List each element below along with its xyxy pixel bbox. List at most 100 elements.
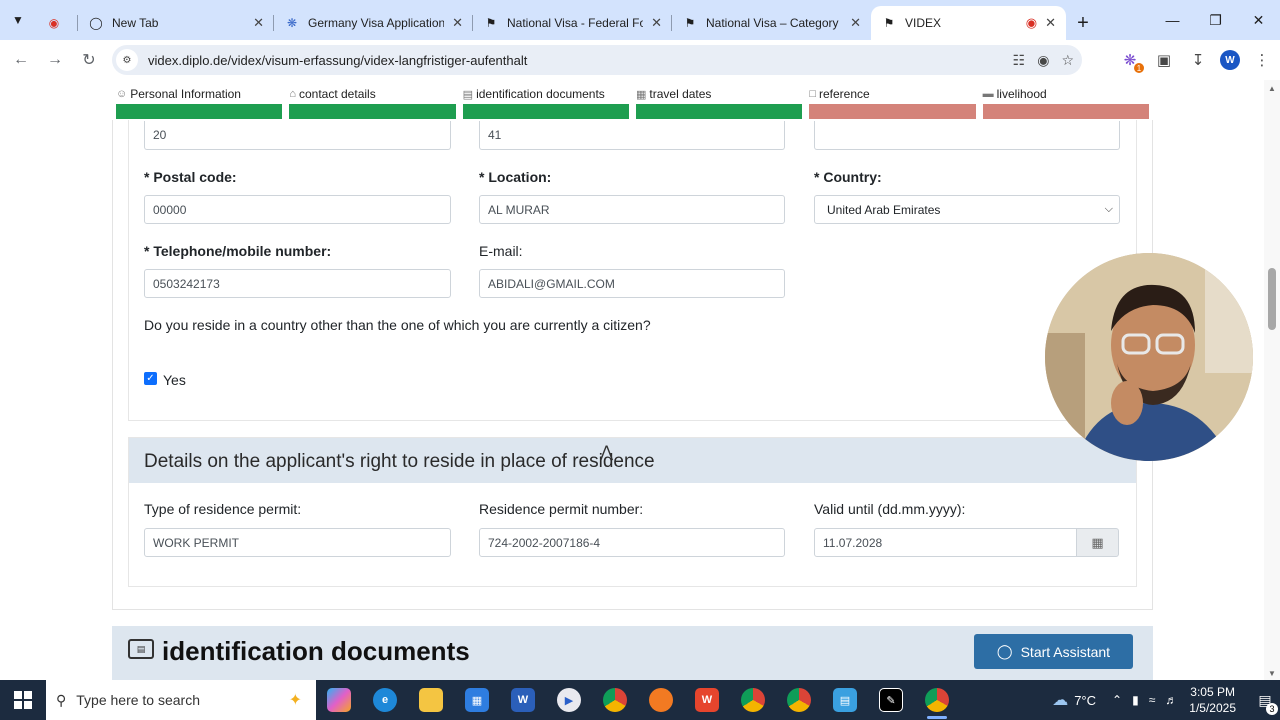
wifi-icon[interactable]: ≈ (1149, 693, 1156, 707)
scroll-down-icon[interactable]: ▼ (1268, 669, 1276, 678)
house-number-input[interactable]: 20 (144, 121, 451, 150)
tab-national-visa-federal[interactable]: ⚑ National Visa - Federal For ✕ (473, 6, 672, 40)
step-travel-dates[interactable]: ▦ travel dates (635, 86, 803, 120)
phone-label: * Telephone/mobile number: (144, 243, 332, 259)
notepad-icon[interactable]: ▤ (822, 680, 868, 720)
tab-new-tab[interactable]: ◯ New Tab ✕ (78, 6, 274, 40)
permit-type-label: Type of residence permit: (144, 501, 302, 517)
windows-start-icon[interactable] (0, 680, 46, 720)
calendar-icon[interactable]: ▦ (1076, 528, 1119, 557)
text-cursor-icon: ⋀ (600, 444, 614, 461)
email-input[interactable]: ABIDALI@GMAIL.COM (479, 269, 785, 298)
step-identification-documents[interactable]: ▤ identification documents (462, 86, 629, 120)
notification-icon[interactable]: ▤ 3 (1250, 692, 1280, 715)
location-input[interactable]: AL MURAR (479, 195, 785, 224)
wps-icon[interactable]: W (684, 680, 730, 720)
tab-recording[interactable]: ◉ (36, 6, 78, 40)
phone-input[interactable]: 0503242173 (144, 269, 451, 298)
extension-badge-icon[interactable]: ❋ 1 (1118, 51, 1144, 73)
eye-off-icon[interactable]: ◉ (1037, 52, 1049, 69)
clock-date: 1/5/2025 (1189, 701, 1236, 715)
reload-icon[interactable]: ↻ (72, 43, 106, 77)
step-personal-information[interactable]: ☺ Personal Information (116, 86, 283, 120)
address-extra-input[interactable]: 41 (479, 121, 785, 150)
address-line-input[interactable] (814, 121, 1120, 150)
media-player-icon[interactable]: ▶ (546, 680, 592, 720)
tab-national-visa-category[interactable]: ⚑ National Visa – Category D ✕ (672, 6, 871, 40)
step-livelihood[interactable]: ▬ livelihood (982, 86, 1149, 120)
volume-icon[interactable]: ♬ (1165, 693, 1177, 707)
close-icon[interactable]: ✕ (651, 15, 662, 31)
scroll-up-icon[interactable]: ▲ (1268, 84, 1276, 93)
german-flag-icon: ⚑ (684, 16, 696, 30)
postal-code-input[interactable]: 00000 (144, 195, 451, 224)
store-icon[interactable]: ▦ (454, 680, 500, 720)
scrollbar-thumb[interactable] (1268, 268, 1276, 330)
capcut-icon[interactable]: ✎ (868, 680, 914, 720)
country-select[interactable]: United Arab Emirates ⌵ (814, 195, 1120, 224)
word-icon[interactable]: W (500, 680, 546, 720)
postal-code-label: * Postal code: (144, 169, 237, 185)
close-icon[interactable]: ✕ (850, 15, 861, 31)
more-menu-icon[interactable]: ⋮ (1250, 51, 1274, 69)
valid-until-input[interactable]: 11.07.2028 (814, 528, 1077, 557)
url-text[interactable]: videx.diplo.de/videx/visum-erfassung/vid… (148, 53, 527, 68)
reside-question: Do you reside in a country other than th… (144, 317, 651, 333)
file-explorer-icon[interactable] (408, 680, 454, 720)
tab-title: National Visa – Category D (706, 16, 843, 30)
email-label: E-mail: (479, 243, 523, 259)
close-icon[interactable]: ✕ (452, 15, 463, 31)
download-icon[interactable]: ↧ (1186, 51, 1210, 69)
taskbar-apps: e ▦ W ▶ W ▤ ✎ (316, 680, 960, 720)
tab-germany-visa[interactable]: ❋ Germany Visa Application ✕ (274, 6, 473, 40)
chrome-profile-2-icon[interactable] (776, 680, 822, 720)
translate-icon[interactable]: ☷ (1013, 52, 1026, 69)
minimize-icon[interactable]: — (1151, 0, 1194, 40)
search-placeholder: Type here to search (76, 692, 201, 708)
back-icon[interactable]: ← (4, 43, 38, 77)
gear-flower-icon: ❋ (286, 16, 298, 30)
start-assistant-button[interactable]: ◯ Start Assistant (974, 634, 1133, 669)
site-info-icon[interactable]: ⚙ (116, 49, 138, 71)
bookmark-star-icon[interactable]: ☆ (1061, 52, 1074, 69)
tab-videx[interactable]: ⚑ VIDEX ◉ ✕ (871, 6, 1066, 40)
address-bar[interactable]: ⚙ videx.diplo.de/videx/visum-erfassung/v… (112, 45, 1082, 75)
step-reference[interactable]: □ reference (809, 86, 976, 120)
permit-type-input[interactable]: WORK PERMIT (144, 528, 451, 557)
firefox-icon[interactable] (638, 680, 684, 720)
close-icon[interactable]: ✕ (253, 15, 264, 31)
permit-number-input[interactable]: 724-2002-2007186-4 (479, 528, 785, 557)
chrome-icon[interactable] (592, 680, 638, 720)
edge-icon[interactable]: e (362, 680, 408, 720)
webcam-person-illustration (1045, 253, 1253, 461)
reside-yes-checkbox[interactable]: ✓ (144, 372, 157, 385)
tab-search-icon[interactable]: ▼ (0, 0, 36, 40)
chrome-icon: ◯ (89, 16, 103, 30)
chevron-up-icon[interactable]: ⌃ (1112, 693, 1122, 707)
start-assistant-label: Start Assistant (1020, 643, 1111, 660)
step-contact-details[interactable]: ⌂ contact details (289, 86, 456, 120)
new-tab-button[interactable]: + (1066, 6, 1100, 40)
copilot-icon[interactable] (316, 680, 362, 720)
badge-count: 1 (1134, 63, 1144, 73)
weather-widget[interactable]: ☁ 7°C (1052, 690, 1096, 710)
page-scrollbar[interactable]: ▲ ▼ (1264, 80, 1280, 680)
reside-yes-label[interactable]: Yes (163, 372, 186, 388)
taskbar-search-box[interactable]: ⚲ Type here to search ✦ (46, 680, 316, 720)
extensions-puzzle-icon[interactable]: ▣ (1152, 51, 1176, 69)
country-label: * Country: (814, 169, 882, 185)
clock[interactable]: 3:05 PM 1/5/2025 (1189, 684, 1236, 716)
forward-icon[interactable]: → (38, 43, 72, 77)
close-window-icon[interactable]: ✕ (1237, 0, 1280, 40)
close-icon[interactable]: ✕ (1045, 15, 1056, 31)
search-icon: ⚲ (56, 691, 67, 708)
webcam-overlay (1045, 253, 1253, 461)
battery-icon[interactable]: ▮ (1132, 693, 1139, 707)
notification-count: 3 (1266, 702, 1278, 715)
chrome-active-icon[interactable] (914, 680, 960, 720)
step-bar-done (289, 104, 456, 119)
restore-icon[interactable]: ❐ (1194, 0, 1237, 40)
step-bar-done (116, 104, 283, 119)
profile-avatar[interactable]: W (1220, 50, 1240, 70)
chrome-profile-1-icon[interactable] (730, 680, 776, 720)
